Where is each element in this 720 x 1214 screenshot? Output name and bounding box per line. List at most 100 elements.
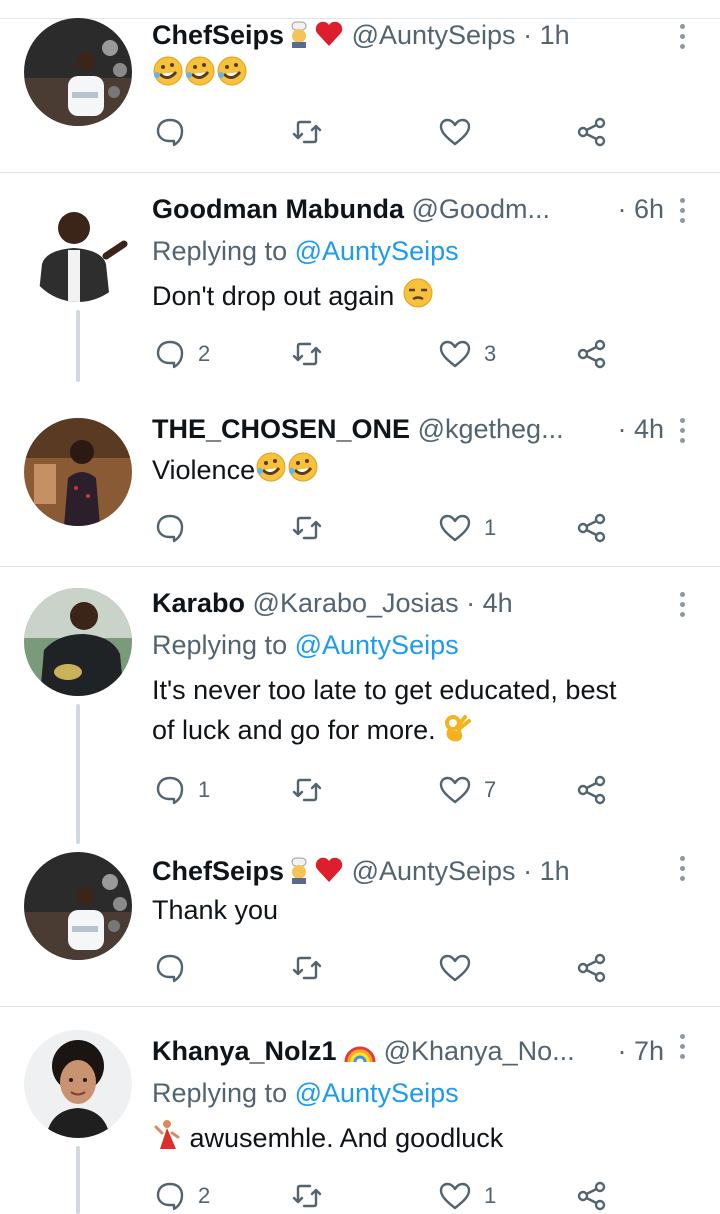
tweet-text: Violence <box>152 450 692 490</box>
retweet-button[interactable] <box>290 508 324 548</box>
reply-button[interactable] <box>154 948 198 988</box>
replying-to: Replying to @AuntySeips <box>152 1076 459 1110</box>
user-handle[interactable]: @Karabo_Josias <box>253 588 459 618</box>
reply-icon <box>154 1180 186 1212</box>
share-button[interactable] <box>576 508 608 548</box>
avatar[interactable] <box>24 852 132 960</box>
thread-line <box>76 1146 80 1214</box>
tweet-divider <box>0 566 720 567</box>
thread-line <box>76 310 80 382</box>
avatar[interactable] <box>24 18 132 126</box>
retweet-button[interactable] <box>290 770 324 810</box>
display-name[interactable]: Khanya_Nolz1 <box>152 1036 337 1066</box>
mention-link[interactable]: @AuntySeips <box>295 630 459 660</box>
timestamp[interactable]: · 1h <box>523 856 570 886</box>
display-name[interactable]: THE_CHOSEN_ONE <box>152 414 410 444</box>
unamused-face-emoji <box>402 277 434 309</box>
like-button[interactable]: 7 <box>438 770 496 810</box>
more-options-icon[interactable] <box>678 856 686 886</box>
reply-count: 2 <box>198 1183 211 1208</box>
reply-button[interactable]: 2 <box>154 1176 210 1214</box>
like-button[interactable]: 3 <box>438 334 496 374</box>
ok-hand-emoji <box>443 711 473 743</box>
retweet-icon <box>290 338 324 370</box>
reply-button[interactable]: 1 <box>154 770 210 810</box>
user-handle[interactable]: @kgetheg... <box>418 414 564 444</box>
heart-icon <box>438 1180 472 1212</box>
retweet-button[interactable] <box>290 1176 324 1214</box>
retweet-button[interactable] <box>290 948 324 988</box>
more-options-icon[interactable] <box>678 1034 686 1064</box>
thread-line <box>76 704 80 844</box>
mention-link[interactable]: @AuntySeips <box>295 236 459 266</box>
more-options-icon[interactable] <box>678 24 686 54</box>
tweet-text-content: awusemhle. And goodluck <box>189 1123 504 1153</box>
avatar[interactable] <box>24 588 132 696</box>
retweet-button[interactable] <box>290 112 324 152</box>
red-heart-emoji <box>314 856 344 884</box>
user-handle[interactable]: @AuntySeips <box>352 856 516 886</box>
tweet-text-content: Don't drop out again <box>152 281 395 311</box>
more-options-icon[interactable] <box>678 592 686 622</box>
like-button[interactable] <box>438 112 484 152</box>
retweet-button[interactable] <box>290 334 324 374</box>
tweet-text-line: of luck and go for more. <box>152 710 692 750</box>
tweet-divider <box>0 1006 720 1007</box>
user-handle[interactable]: @AuntySeips <box>352 20 516 50</box>
tweet-actions <box>152 112 622 152</box>
tweet-header: Karabo @Karabo_Josias · 4h <box>152 586 664 620</box>
tweet-text: Thank you <box>152 890 692 930</box>
tweet-header: Goodman Mabunda @Goodm... · 6h <box>152 192 664 226</box>
share-button[interactable] <box>576 948 608 988</box>
tweet-text-content: Violence <box>152 455 256 485</box>
mention-link[interactable]: @AuntySeips <box>295 1078 459 1108</box>
avatar[interactable] <box>24 1030 132 1138</box>
like-count: 1 <box>484 515 497 540</box>
more-options-icon[interactable] <box>678 418 686 448</box>
like-button[interactable] <box>438 948 484 988</box>
replying-to: Replying to @AuntySeips <box>152 234 459 268</box>
timestamp[interactable]: · 4h <box>466 588 513 618</box>
replying-to-label: Replying to <box>152 236 288 266</box>
retweet-icon <box>290 952 324 984</box>
display-name[interactable]: ChefSeips <box>152 856 284 886</box>
retweet-icon <box>290 774 324 806</box>
tweet-text-content: of luck and go for more. <box>152 715 436 745</box>
tweet-text-content: Thank you <box>152 895 279 925</box>
replying-to-label: Replying to <box>152 630 288 660</box>
rolling-laughing-emoji <box>216 55 248 87</box>
share-button[interactable] <box>576 334 608 374</box>
display-name[interactable]: Karabo <box>152 588 245 618</box>
share-icon <box>576 952 608 984</box>
share-button[interactable] <box>576 1176 608 1214</box>
tweet-text-line: It's never too late to get educated, bes… <box>152 675 617 705</box>
timestamp[interactable]: · 6h <box>617 192 664 226</box>
reply-count: 1 <box>198 777 211 802</box>
avatar[interactable] <box>24 194 132 302</box>
avatar[interactable] <box>24 418 132 526</box>
tweet-text: awusemhle. And goodluck <box>152 1118 692 1158</box>
tweet-header: ChefSeips @AuntySeips · 1h <box>152 854 664 888</box>
like-button[interactable]: 1 <box>438 508 496 548</box>
reply-button[interactable] <box>154 112 198 152</box>
tweet-actions: 1 <box>152 508 622 548</box>
dancer-emoji <box>152 1119 182 1151</box>
rolling-laughing-emoji <box>184 55 216 87</box>
timestamp[interactable]: · 4h <box>617 412 664 446</box>
timestamp[interactable]: · 1h <box>523 20 570 50</box>
rainbow-emoji <box>344 1038 376 1064</box>
like-button[interactable]: 1 <box>438 1176 496 1214</box>
display-name[interactable]: Goodman Mabunda <box>152 194 404 224</box>
share-button[interactable] <box>576 770 608 810</box>
share-button[interactable] <box>576 112 608 152</box>
display-name[interactable]: ChefSeips <box>152 20 284 50</box>
reply-button[interactable]: 2 <box>154 334 210 374</box>
timestamp[interactable]: · 7h <box>617 1034 664 1068</box>
more-options-icon[interactable] <box>678 198 686 228</box>
red-heart-emoji <box>314 20 344 48</box>
user-handle[interactable]: @Goodm... <box>412 194 550 224</box>
reply-button[interactable] <box>154 508 198 548</box>
heart-icon <box>438 338 472 370</box>
tweet-text: Don't drop out again <box>152 276 692 316</box>
user-handle[interactable]: @Khanya_No... <box>384 1036 575 1066</box>
